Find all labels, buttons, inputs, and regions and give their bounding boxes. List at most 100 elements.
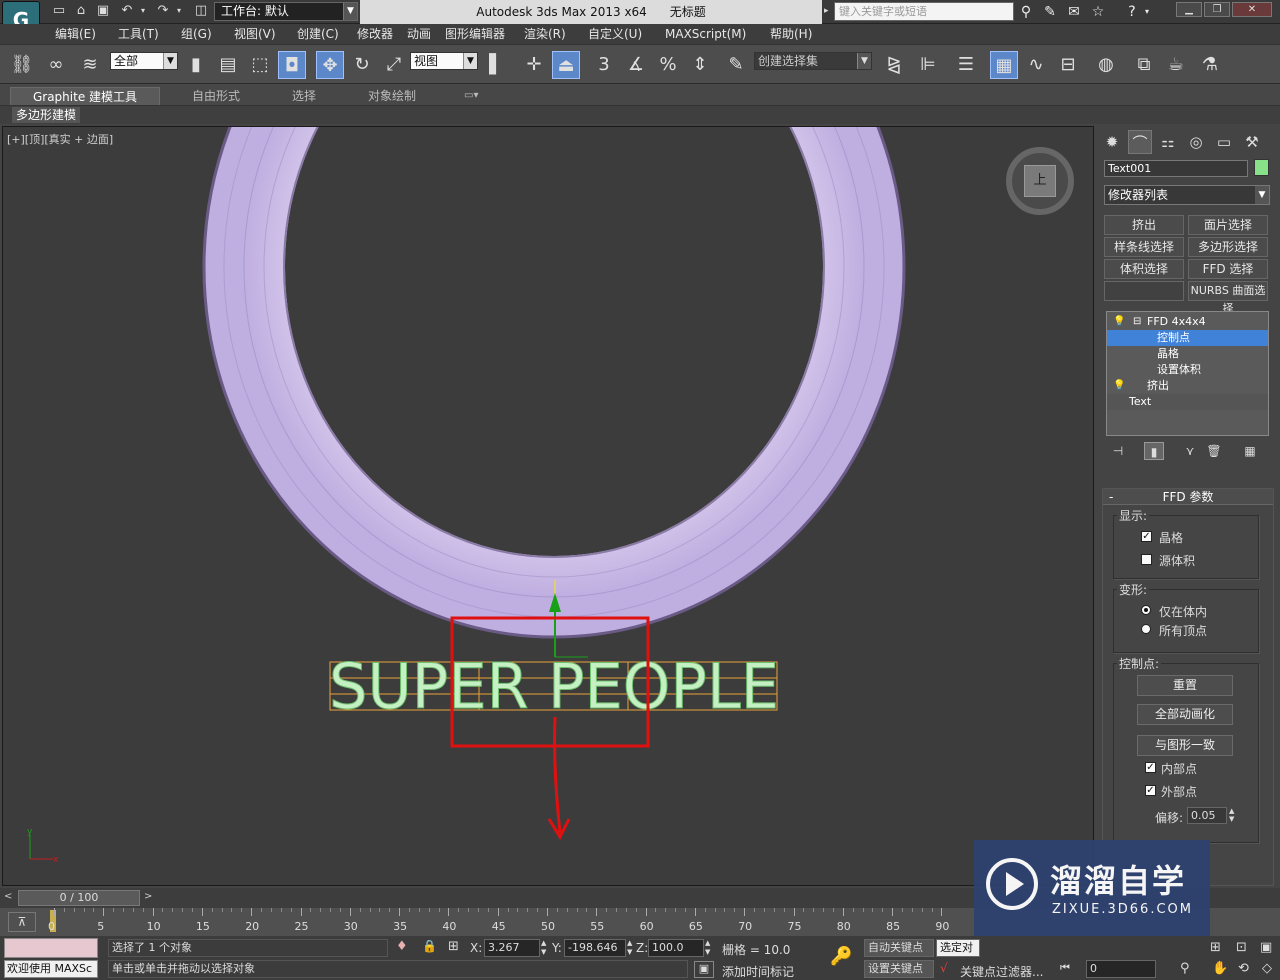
motion-tab-icon[interactable]: ◎ (1184, 130, 1208, 154)
viewcube[interactable]: 上 (1006, 147, 1074, 215)
object-color-swatch[interactable] (1254, 159, 1269, 176)
select-manipulate-icon[interactable]: ✛ (520, 51, 548, 79)
select-by-name-icon[interactable]: ▤ (214, 51, 242, 79)
animate-all-button[interactable]: 全部动画化 (1137, 704, 1233, 725)
menu-rendering[interactable]: 渲染(R) (524, 26, 566, 42)
key-filters-button[interactable]: 关键点过滤器... (960, 963, 1043, 980)
workspace-selector[interactable]: 工作台: 默认 ▼ (214, 2, 358, 21)
spline-select-button[interactable]: 样条线选择 (1104, 237, 1184, 257)
menu-graph-editors[interactable]: 图形编辑器 (445, 26, 505, 42)
percent-snap-icon[interactable]: % (654, 51, 682, 79)
maximize-viewport-icon[interactable]: ▣ (1260, 940, 1272, 955)
graphite-toggle-icon[interactable]: ▦ (990, 51, 1018, 79)
hierarchy-tab-icon[interactable]: ⚏ (1156, 130, 1180, 154)
volume-select-button[interactable]: 体积选择 (1104, 259, 1184, 279)
menu-group[interactable]: 组(G) (181, 26, 212, 42)
minimize-button[interactable]: ▁ (1176, 2, 1202, 17)
menu-help[interactable]: 帮助(H) (770, 26, 812, 42)
inside-points-checkbox[interactable]: ✓ (1145, 762, 1156, 773)
reference-coordinate-dropdown[interactable]: 视图 ▼ (410, 52, 478, 70)
undo-icon[interactable]: ↶ (118, 3, 136, 19)
polygon-modeling-panel[interactable]: 多边形建模 (12, 107, 81, 123)
zoom-extents-icon[interactable]: ⊞ (1210, 940, 1221, 955)
key-icon[interactable]: 🔑 (830, 946, 852, 967)
align-icon[interactable]: ⊫ (914, 51, 942, 79)
redo-dropdown-icon[interactable]: ▾ (174, 3, 184, 19)
unlink-icon[interactable]: ∞ (42, 51, 70, 79)
curve-editor-icon[interactable]: ∿ (1022, 51, 1050, 79)
remove-modifier-icon[interactable]: 🗑 (1204, 442, 1224, 460)
select-object-icon[interactable]: ▮ (182, 51, 210, 79)
menu-customize[interactable]: 自定义(U) (588, 26, 642, 42)
reset-button[interactable]: 重置 (1137, 675, 1233, 696)
collapse-icon[interactable]: ⊟ (1133, 314, 1141, 330)
search-expand-icon[interactable]: ▸ (824, 6, 832, 18)
mirror-icon[interactable]: ⧎ (880, 51, 908, 79)
field-of-view-icon[interactable]: ◇ (1262, 961, 1272, 976)
object-name-field[interactable]: Text001 (1104, 160, 1248, 177)
window-crossing-icon[interactable]: ◘ (278, 51, 306, 79)
favorites-star-icon[interactable]: ☆ (1088, 3, 1108, 21)
tab-graphite-modeling[interactable]: Graphite 建模工具 (10, 87, 160, 105)
utilities-tab-icon[interactable]: ⚒ (1240, 130, 1264, 154)
named-selection-set-dropdown[interactable]: 创建选择集 ▼ (754, 52, 872, 70)
add-time-tag[interactable]: 添加时间标记 (722, 963, 794, 980)
modify-tab-icon[interactable]: ⌒ (1128, 130, 1152, 154)
tab-freeform[interactable]: 自由形式 (192, 87, 240, 105)
tab-object-paint[interactable]: 对象绘制 (368, 87, 416, 105)
y-coordinate-field[interactable]: -198.646 (564, 939, 626, 957)
menu-modifiers[interactable]: 修改器 (357, 26, 393, 42)
all-vertices-radio[interactable] (1141, 624, 1151, 634)
time-next-icon[interactable]: > (144, 891, 152, 902)
keyboard-shortcut-override-icon[interactable]: ⏏ (552, 51, 580, 79)
pivot-center-icon[interactable]: ▌ (482, 51, 510, 79)
ffd-select-button[interactable]: FFD 选择 (1188, 259, 1268, 279)
link-icon[interactable]: ⛓ (8, 51, 36, 79)
x-coordinate-field[interactable]: 3.267 (484, 939, 540, 957)
display-tab-icon[interactable]: ▭ (1212, 130, 1236, 154)
conform-to-shape-button[interactable]: 与图形一致 (1137, 735, 1233, 756)
show-end-result-icon[interactable]: ▮ (1144, 442, 1164, 460)
menu-create[interactable]: 创建(C) (297, 26, 339, 42)
viewport-top[interactable]: [+][顶][真实 + 边面] SUPER PEOPLE y x 上 (2, 126, 1094, 886)
material-editor-icon[interactable]: ◍ (1092, 51, 1120, 79)
ffd-rollout-header[interactable]: - FFD 参数 (1103, 489, 1273, 505)
nurbs-surface-select-button[interactable]: NURBS 曲面选择 (1188, 281, 1268, 315)
rectangular-selection-icon[interactable]: ⬚ (246, 51, 274, 79)
subscription-icon[interactable]: ✎ (1040, 3, 1060, 21)
mini-curve-editor-icon[interactable]: ⊼ (8, 912, 36, 932)
render-production-icon[interactable]: ⚗ (1196, 51, 1224, 79)
outside-points-checkbox[interactable]: ✓ (1145, 785, 1156, 796)
time-slider-thumb[interactable]: 0 / 100 (18, 890, 140, 906)
menu-animation[interactable]: 动画 (407, 26, 431, 42)
tab-selection[interactable]: 选择 (292, 87, 316, 105)
poly-select-button[interactable]: 多边形选择 (1188, 237, 1268, 257)
text-object[interactable]: SUPER PEOPLE (329, 650, 780, 724)
stack-item-text[interactable]: Text (1107, 394, 1268, 410)
stack-item-extrude[interactable]: 💡 挤出 (1107, 378, 1268, 394)
stack-item-ffd[interactable]: 💡 ⊟ FFD 4x4x4 (1107, 314, 1268, 330)
open-file-icon[interactable]: ⌂ (72, 3, 90, 19)
spinner-snap-icon[interactable]: ⇕ (686, 51, 714, 79)
binoculars-icon[interactable]: ⚲ (1016, 3, 1036, 21)
select-rotate-icon[interactable]: ↻ (348, 51, 376, 79)
make-unique-icon[interactable]: ⋎ (1180, 442, 1200, 460)
isolate-selection-icon[interactable]: ♦ (396, 939, 408, 954)
selection-lock-icon[interactable]: 🔒 (422, 939, 437, 953)
zoom-icon[interactable]: ⚲ (1180, 961, 1190, 976)
create-tab-icon[interactable]: ✹ (1100, 130, 1124, 154)
stack-item-lattice[interactable]: 晶格 (1107, 346, 1268, 362)
patch-select-button[interactable]: 面片选择 (1188, 215, 1268, 235)
bind-spacewarp-icon[interactable]: ≋ (76, 51, 104, 79)
extrude-modifier-button[interactable]: 挤出 (1104, 215, 1184, 235)
menu-view[interactable]: 视图(V) (234, 26, 276, 42)
menu-maxscript[interactable]: MAXScript(M) (665, 26, 746, 42)
help-dropdown-icon[interactable]: ▾ (1142, 3, 1152, 21)
modifier-list-dropdown[interactable]: 修改器列表 ▼ (1104, 185, 1270, 205)
welcome-field[interactable]: 欢迎使用 MAXSc (4, 960, 98, 978)
stack-item-set-volume[interactable]: 设置体积 (1107, 362, 1268, 378)
layer-manager-icon[interactable]: ☰ (952, 51, 980, 79)
project-folder-icon[interactable]: ◫ (192, 3, 210, 19)
z-coordinate-field[interactable]: 100.0 (648, 939, 704, 957)
render-setup-icon[interactable]: ⧉ (1130, 51, 1158, 79)
